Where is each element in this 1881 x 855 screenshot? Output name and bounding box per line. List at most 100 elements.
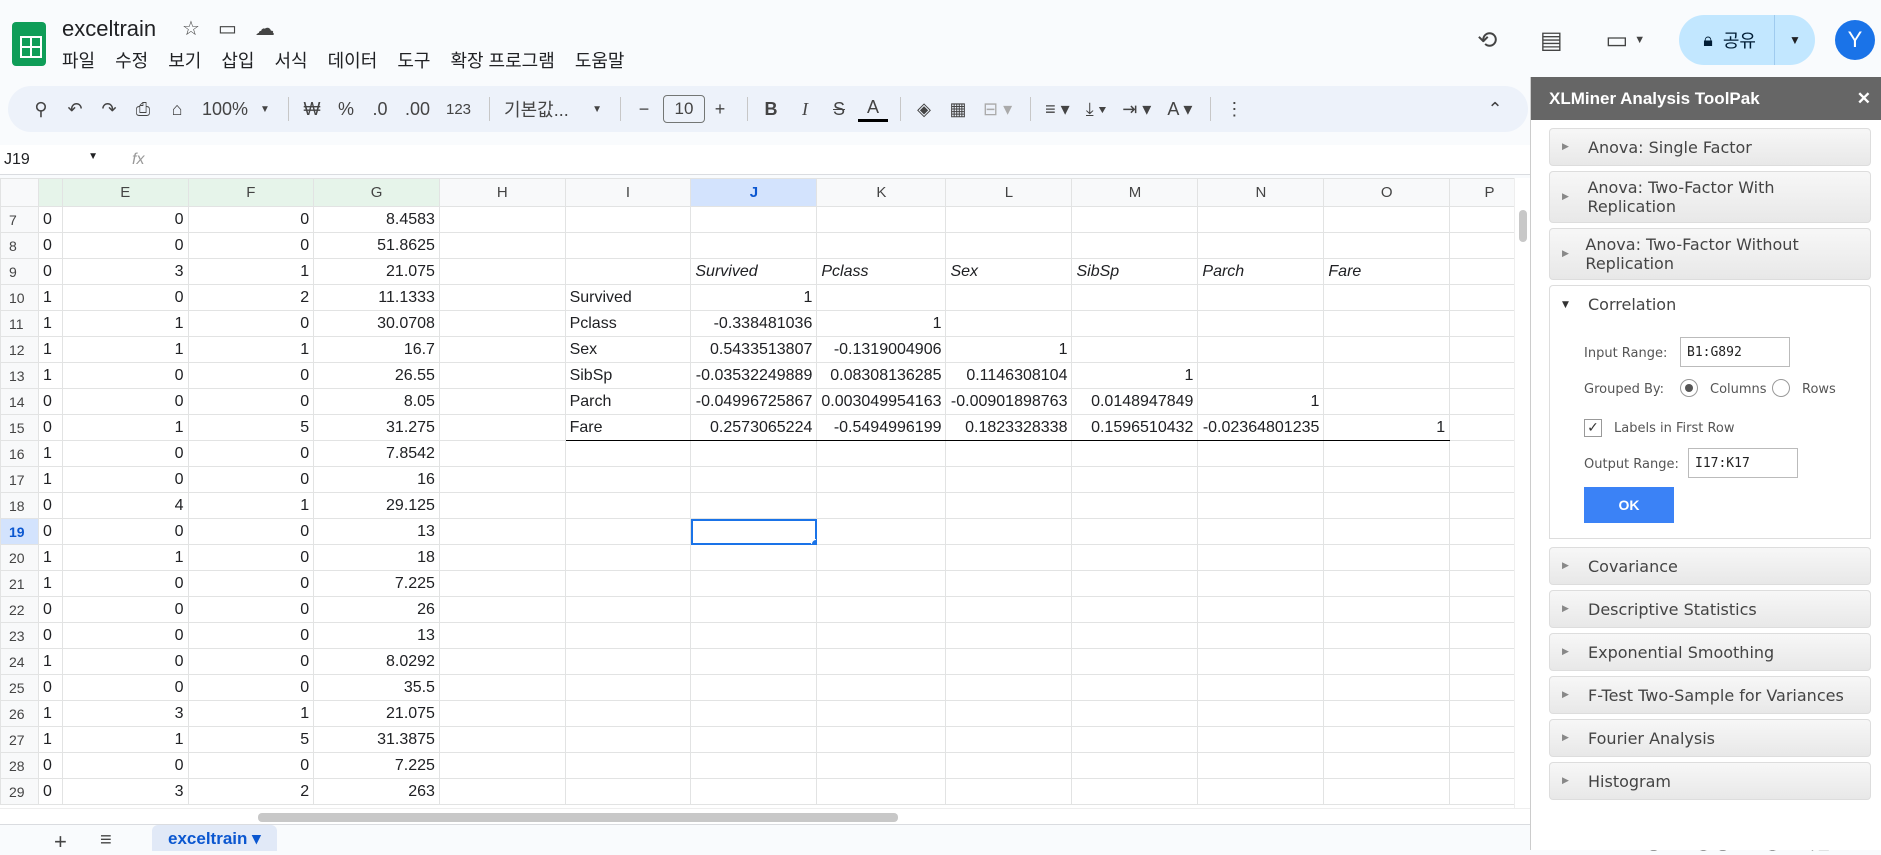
cell[interactable] (816, 700, 947, 727)
cell[interactable]: 0 (61, 284, 189, 311)
tool-item[interactable]: ▶ Anova: Single Factor (1549, 128, 1871, 166)
vertical-scrollbar[interactable] (1514, 178, 1530, 808)
comments-icon[interactable]: ▤ (1531, 20, 1571, 60)
cell[interactable] (816, 518, 947, 545)
cell[interactable]: 1 (61, 310, 189, 337)
cell[interactable]: 21.075 (313, 258, 440, 285)
print-icon[interactable]: ⎙ (128, 93, 158, 125)
cell[interactable] (438, 544, 566, 571)
cell[interactable] (690, 752, 818, 779)
correlation-row-label[interactable]: Sex (564, 336, 692, 363)
correlation-value[interactable]: 0.08308136285 (816, 362, 947, 389)
cell[interactable] (690, 726, 818, 753)
cell[interactable]: 0 (187, 752, 315, 779)
cell[interactable]: 0 (37, 778, 63, 805)
cell[interactable] (945, 778, 1073, 805)
percent-format-button[interactable]: % (331, 93, 361, 125)
cell[interactable] (690, 232, 818, 259)
cell[interactable]: 7.225 (313, 752, 440, 779)
name-box[interactable]: J19 ▼ (0, 151, 108, 169)
cell[interactable] (438, 674, 566, 701)
cell[interactable] (690, 570, 818, 597)
cell[interactable] (1197, 596, 1325, 623)
column-header[interactable]: G (313, 178, 440, 207)
correlation-value[interactable]: 0.2573065224 (690, 414, 818, 441)
cell[interactable]: 1 (61, 726, 189, 753)
spreadsheet-grid[interactable]: EFGHIJKLMNOP 7 0 0 0 8.4583 8 0 0 0 51.8625 9 0 3 1 21… (0, 178, 1530, 808)
cell[interactable]: 0 (187, 310, 315, 337)
cell[interactable]: 5 (187, 414, 315, 441)
row-header[interactable]: 26 (0, 700, 39, 727)
cell[interactable]: 5 (187, 726, 315, 753)
tool-item[interactable]: ▶ Fourier Analysis (1549, 719, 1871, 757)
cell[interactable]: 1 (37, 544, 63, 571)
cell[interactable] (1197, 518, 1325, 545)
tool-item[interactable]: ▶ Anova: Two-Factor Without Replication (1549, 228, 1871, 280)
cell[interactable] (1071, 752, 1199, 779)
cell[interactable]: 0 (187, 674, 315, 701)
cell[interactable] (1071, 570, 1199, 597)
menu-item[interactable]: 도움말 (565, 47, 635, 73)
cell[interactable]: 1 (37, 726, 63, 753)
row-header[interactable]: 15 (0, 414, 39, 441)
cell[interactable] (438, 440, 566, 467)
cell[interactable] (945, 726, 1073, 753)
correlation-value[interactable]: 1 (1071, 362, 1199, 389)
cell[interactable] (1323, 596, 1451, 623)
correlation-value[interactable] (1197, 310, 1325, 337)
row-header[interactable]: 13 (0, 362, 39, 389)
collapse-menus-icon[interactable]: ⌃ (1480, 93, 1510, 125)
cell[interactable] (564, 232, 692, 259)
row-header[interactable]: 9 (0, 258, 39, 285)
more-formats-button[interactable]: 123 (440, 93, 477, 125)
cell[interactable] (1323, 466, 1451, 493)
cell[interactable] (1323, 622, 1451, 649)
correlation-value[interactable]: -0.338481036 (690, 310, 818, 337)
cell[interactable]: 1 (61, 544, 189, 571)
correlation-value[interactable]: 1 (816, 310, 947, 337)
cell[interactable] (690, 648, 818, 675)
column-header[interactable]: L (945, 178, 1073, 207)
correlation-value[interactable]: -0.5494996199 (816, 414, 947, 441)
cell[interactable] (1323, 778, 1451, 805)
menu-item[interactable]: 도구 (387, 47, 440, 73)
horizontal-align-icon[interactable]: ≡ ▾ (1039, 93, 1076, 125)
correlation-value[interactable] (816, 284, 947, 311)
corner-cell[interactable] (0, 178, 39, 207)
cell[interactable]: 0 (37, 674, 63, 701)
cell[interactable] (1323, 648, 1451, 675)
cell[interactable] (564, 778, 692, 805)
cell[interactable]: 2 (187, 778, 315, 805)
cell[interactable] (945, 466, 1073, 493)
document-title[interactable]: exceltrain (62, 16, 156, 42)
avatar[interactable]: Y (1835, 20, 1875, 60)
cell[interactable]: 263 (313, 778, 440, 805)
cell[interactable]: 35.5 (313, 674, 440, 701)
cell[interactable]: 0 (61, 388, 189, 415)
correlation-value[interactable]: -0.1319004906 (816, 336, 947, 363)
correlation-row-label[interactable]: SibSp (564, 362, 692, 389)
cell[interactable] (945, 206, 1073, 233)
cell[interactable]: 0 (37, 258, 63, 285)
correlation-value[interactable] (1323, 362, 1451, 389)
cell[interactable] (564, 206, 692, 233)
row-header[interactable]: 12 (0, 336, 39, 363)
zoom-select[interactable]: 100% ▼ (196, 93, 276, 125)
cell[interactable] (1071, 726, 1199, 753)
cell[interactable] (690, 622, 818, 649)
row-header[interactable]: 19 (0, 518, 39, 545)
cell[interactable]: 0 (187, 362, 315, 389)
correlation-value[interactable] (1323, 310, 1451, 337)
correlation-value[interactable]: 0.1823328338 (945, 414, 1073, 441)
cell[interactable] (438, 466, 566, 493)
text-wrapping-icon[interactable]: ⇥ ▾ (1116, 93, 1157, 125)
cell[interactable] (1197, 544, 1325, 571)
row-header[interactable]: 14 (0, 388, 39, 415)
cell[interactable] (690, 778, 818, 805)
cell[interactable] (945, 232, 1073, 259)
row-header[interactable]: 17 (0, 466, 39, 493)
fill-color-icon[interactable]: ◈ (909, 93, 939, 125)
correlation-row-label[interactable]: Fare (564, 414, 692, 441)
cell[interactable] (438, 726, 566, 753)
sheet-tab[interactable]: exceltrain ▾ (152, 825, 277, 851)
